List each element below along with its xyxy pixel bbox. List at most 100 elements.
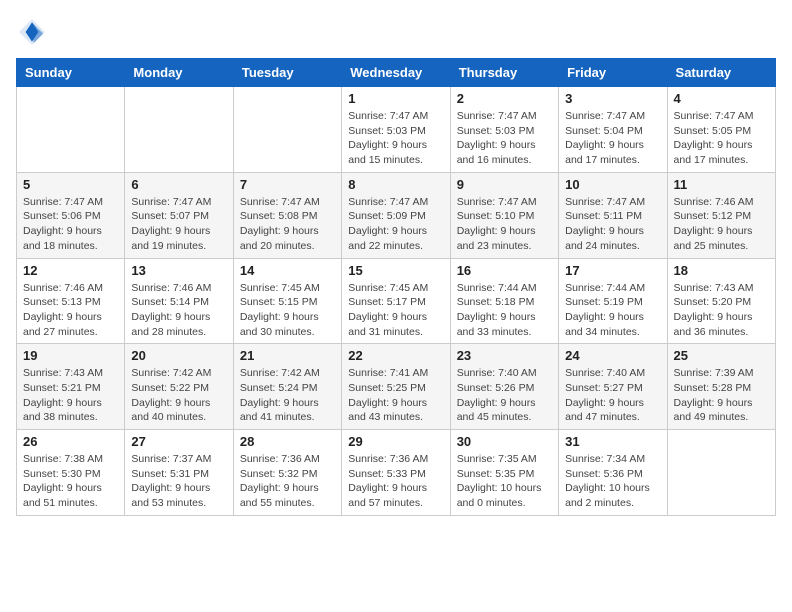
day-cell-27: 27 Sunrise: 7:37 AMSunset: 5:31 PMDayligh…: [125, 430, 233, 516]
day-cell-7: 7 Sunrise: 7:47 AMSunset: 5:08 PMDaylight…: [233, 172, 341, 258]
week-row-1: 1 Sunrise: 7:47 AMSunset: 5:03 PMDaylight…: [17, 87, 776, 173]
day-info-18: Sunrise: 7:43 AMSunset: 5:20 PMDaylight:…: [674, 281, 769, 340]
day-header-thursday: Thursday: [450, 59, 558, 87]
day-info-4: Sunrise: 7:47 AMSunset: 5:05 PMDaylight:…: [674, 109, 769, 168]
day-number-11: 11: [674, 177, 769, 192]
day-info-15: Sunrise: 7:45 AMSunset: 5:17 PMDaylight:…: [348, 281, 443, 340]
day-number-19: 19: [23, 348, 118, 363]
day-number-2: 2: [457, 91, 552, 106]
day-cell-19: 19 Sunrise: 7:43 AMSunset: 5:21 PMDayligh…: [17, 344, 125, 430]
logo-icon: [16, 16, 48, 48]
day-header-friday: Friday: [559, 59, 667, 87]
day-number-3: 3: [565, 91, 660, 106]
day-number-10: 10: [565, 177, 660, 192]
day-number-21: 21: [240, 348, 335, 363]
day-info-29: Sunrise: 7:36 AMSunset: 5:33 PMDaylight:…: [348, 452, 443, 511]
day-cell-18: 18 Sunrise: 7:43 AMSunset: 5:20 PMDayligh…: [667, 258, 775, 344]
day-number-5: 5: [23, 177, 118, 192]
day-cell-5: 5 Sunrise: 7:47 AMSunset: 5:06 PMDaylight…: [17, 172, 125, 258]
day-number-22: 22: [348, 348, 443, 363]
empty-cell: [667, 430, 775, 516]
week-row-2: 5 Sunrise: 7:47 AMSunset: 5:06 PMDaylight…: [17, 172, 776, 258]
day-cell-3: 3 Sunrise: 7:47 AMSunset: 5:04 PMDaylight…: [559, 87, 667, 173]
calendar-header-row: SundayMondayTuesdayWednesdayThursdayFrid…: [17, 59, 776, 87]
day-number-9: 9: [457, 177, 552, 192]
day-cell-15: 15 Sunrise: 7:45 AMSunset: 5:17 PMDayligh…: [342, 258, 450, 344]
day-info-26: Sunrise: 7:38 AMSunset: 5:30 PMDaylight:…: [23, 452, 118, 511]
day-number-20: 20: [131, 348, 226, 363]
day-info-28: Sunrise: 7:36 AMSunset: 5:32 PMDaylight:…: [240, 452, 335, 511]
day-cell-30: 30 Sunrise: 7:35 AMSunset: 5:35 PMDayligh…: [450, 430, 558, 516]
week-row-5: 26 Sunrise: 7:38 AMSunset: 5:30 PMDayligh…: [17, 430, 776, 516]
day-info-17: Sunrise: 7:44 AMSunset: 5:19 PMDaylight:…: [565, 281, 660, 340]
day-header-tuesday: Tuesday: [233, 59, 341, 87]
day-cell-9: 9 Sunrise: 7:47 AMSunset: 5:10 PMDaylight…: [450, 172, 558, 258]
day-cell-31: 31 Sunrise: 7:34 AMSunset: 5:36 PMDayligh…: [559, 430, 667, 516]
day-info-9: Sunrise: 7:47 AMSunset: 5:10 PMDaylight:…: [457, 195, 552, 254]
day-header-saturday: Saturday: [667, 59, 775, 87]
day-number-25: 25: [674, 348, 769, 363]
day-info-19: Sunrise: 7:43 AMSunset: 5:21 PMDaylight:…: [23, 366, 118, 425]
day-number-30: 30: [457, 434, 552, 449]
day-info-2: Sunrise: 7:47 AMSunset: 5:03 PMDaylight:…: [457, 109, 552, 168]
page-header: [16, 16, 776, 48]
day-number-16: 16: [457, 263, 552, 278]
day-cell-26: 26 Sunrise: 7:38 AMSunset: 5:30 PMDayligh…: [17, 430, 125, 516]
day-cell-1: 1 Sunrise: 7:47 AMSunset: 5:03 PMDaylight…: [342, 87, 450, 173]
day-info-7: Sunrise: 7:47 AMSunset: 5:08 PMDaylight:…: [240, 195, 335, 254]
day-cell-6: 6 Sunrise: 7:47 AMSunset: 5:07 PMDaylight…: [125, 172, 233, 258]
day-cell-28: 28 Sunrise: 7:36 AMSunset: 5:32 PMDayligh…: [233, 430, 341, 516]
day-number-17: 17: [565, 263, 660, 278]
day-number-15: 15: [348, 263, 443, 278]
day-number-23: 23: [457, 348, 552, 363]
day-number-27: 27: [131, 434, 226, 449]
day-number-31: 31: [565, 434, 660, 449]
day-cell-10: 10 Sunrise: 7:47 AMSunset: 5:11 PMDayligh…: [559, 172, 667, 258]
day-info-21: Sunrise: 7:42 AMSunset: 5:24 PMDaylight:…: [240, 366, 335, 425]
day-info-22: Sunrise: 7:41 AMSunset: 5:25 PMDaylight:…: [348, 366, 443, 425]
empty-cell: [125, 87, 233, 173]
day-info-6: Sunrise: 7:47 AMSunset: 5:07 PMDaylight:…: [131, 195, 226, 254]
day-info-14: Sunrise: 7:45 AMSunset: 5:15 PMDaylight:…: [240, 281, 335, 340]
day-cell-8: 8 Sunrise: 7:47 AMSunset: 5:09 PMDaylight…: [342, 172, 450, 258]
day-number-1: 1: [348, 91, 443, 106]
day-info-1: Sunrise: 7:47 AMSunset: 5:03 PMDaylight:…: [348, 109, 443, 168]
day-header-sunday: Sunday: [17, 59, 125, 87]
day-number-8: 8: [348, 177, 443, 192]
day-info-10: Sunrise: 7:47 AMSunset: 5:11 PMDaylight:…: [565, 195, 660, 254]
day-info-25: Sunrise: 7:39 AMSunset: 5:28 PMDaylight:…: [674, 366, 769, 425]
day-cell-12: 12Sunrise: 7:46 AMSunset: 5:13 PMDayligh…: [17, 258, 125, 344]
day-cell-29: 29 Sunrise: 7:36 AMSunset: 5:33 PMDayligh…: [342, 430, 450, 516]
empty-cell: [17, 87, 125, 173]
day-info-8: Sunrise: 7:47 AMSunset: 5:09 PMDaylight:…: [348, 195, 443, 254]
day-info-11: Sunrise: 7:46 AMSunset: 5:12 PMDaylight:…: [674, 195, 769, 254]
day-number-7: 7: [240, 177, 335, 192]
day-cell-16: 16 Sunrise: 7:44 AMSunset: 5:18 PMDayligh…: [450, 258, 558, 344]
day-info-12: Sunrise: 7:46 AMSunset: 5:13 PMDaylight:…: [23, 281, 118, 340]
day-cell-24: 24Sunrise: 7:40 AMSunset: 5:27 PMDayligh…: [559, 344, 667, 430]
day-info-27: Sunrise: 7:37 AMSunset: 5:31 PMDaylight:…: [131, 452, 226, 511]
week-row-3: 12Sunrise: 7:46 AMSunset: 5:13 PMDayligh…: [17, 258, 776, 344]
calendar-table: SundayMondayTuesdayWednesdayThursdayFrid…: [16, 58, 776, 516]
day-info-3: Sunrise: 7:47 AMSunset: 5:04 PMDaylight:…: [565, 109, 660, 168]
day-cell-13: 13Sunrise: 7:46 AMSunset: 5:14 PMDayligh…: [125, 258, 233, 344]
day-cell-20: 20 Sunrise: 7:42 AMSunset: 5:22 PMDayligh…: [125, 344, 233, 430]
day-info-31: Sunrise: 7:34 AMSunset: 5:36 PMDaylight:…: [565, 452, 660, 511]
day-cell-14: 14Sunrise: 7:45 AMSunset: 5:15 PMDayligh…: [233, 258, 341, 344]
day-info-5: Sunrise: 7:47 AMSunset: 5:06 PMDaylight:…: [23, 195, 118, 254]
day-cell-11: 11 Sunrise: 7:46 AMSunset: 5:12 PMDayligh…: [667, 172, 775, 258]
day-number-6: 6: [131, 177, 226, 192]
day-info-20: Sunrise: 7:42 AMSunset: 5:22 PMDaylight:…: [131, 366, 226, 425]
day-number-28: 28: [240, 434, 335, 449]
day-header-monday: Monday: [125, 59, 233, 87]
week-row-4: 19 Sunrise: 7:43 AMSunset: 5:21 PMDayligh…: [17, 344, 776, 430]
day-cell-21: 21 Sunrise: 7:42 AMSunset: 5:24 PMDayligh…: [233, 344, 341, 430]
day-number-24: 24: [565, 348, 660, 363]
day-info-30: Sunrise: 7:35 AMSunset: 5:35 PMDaylight:…: [457, 452, 552, 511]
day-cell-22: 22 Sunrise: 7:41 AMSunset: 5:25 PMDayligh…: [342, 344, 450, 430]
day-info-16: Sunrise: 7:44 AMSunset: 5:18 PMDaylight:…: [457, 281, 552, 340]
day-number-26: 26: [23, 434, 118, 449]
day-number-18: 18: [674, 263, 769, 278]
day-number-29: 29: [348, 434, 443, 449]
logo: [16, 16, 52, 48]
